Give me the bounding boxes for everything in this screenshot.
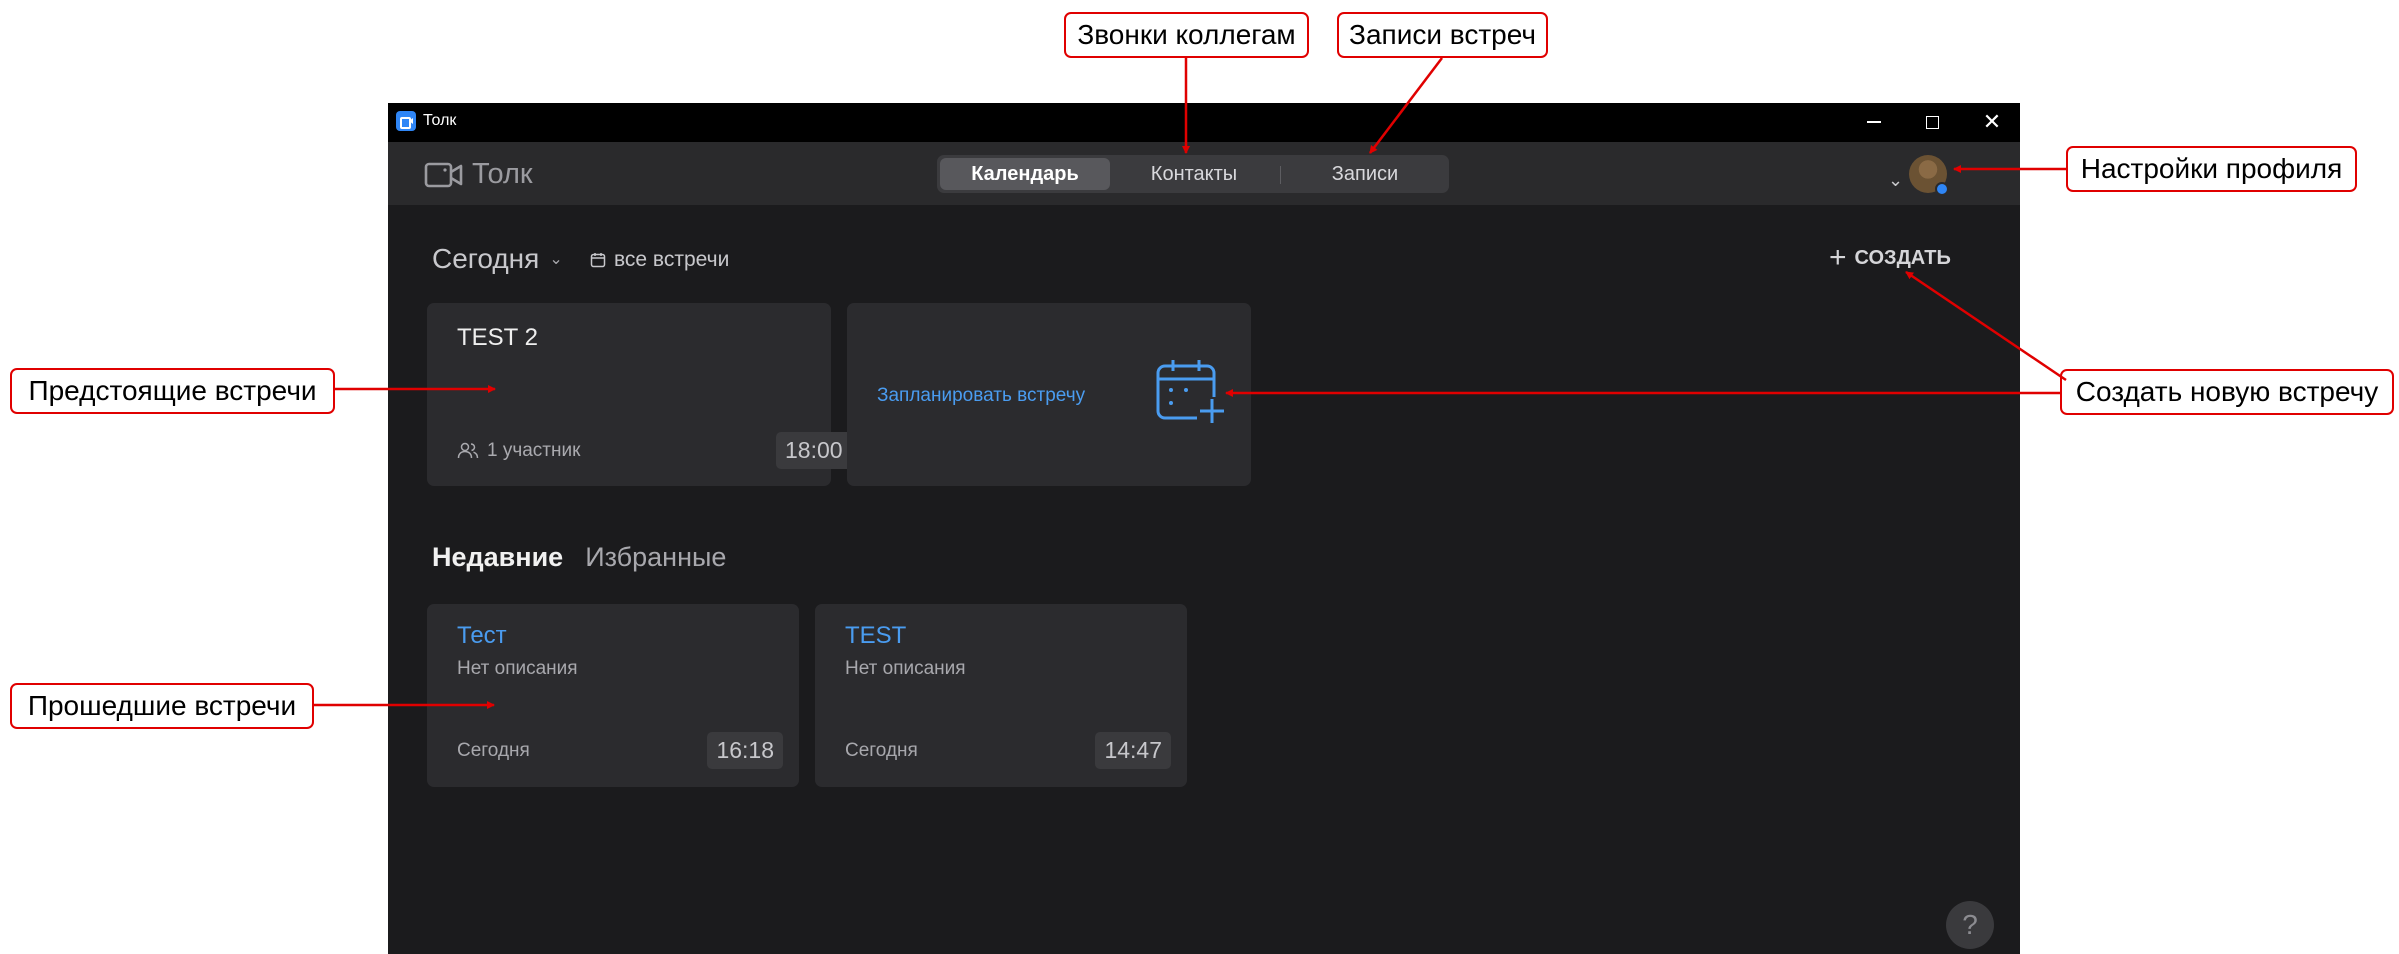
create-meeting-button[interactable]: + СОЗДАТЬ — [1829, 243, 1951, 273]
help-button[interactable]: ? — [1946, 901, 1994, 949]
all-meetings-label: все встречи — [614, 248, 730, 271]
main-navigation: Календарь Контакты Записи — [937, 155, 1449, 193]
past-meeting-name: TEST — [845, 622, 907, 649]
annotation-calls: Звонки коллегам — [1064, 12, 1309, 58]
date-filter[interactable]: Сегодня ⌄ — [432, 243, 563, 275]
minimize-icon — [1867, 121, 1881, 123]
past-meeting-day: Сегодня — [457, 740, 530, 761]
chevron-down-icon: ⌄ — [549, 251, 563, 268]
participants-count: 1 участник — [457, 440, 580, 462]
tab-contacts[interactable]: Контакты — [1112, 158, 1276, 190]
past-meeting-card[interactable]: Тест Нет описания Сегодня 16:18 — [427, 604, 799, 787]
profile-avatar[interactable] — [1909, 155, 1949, 196]
profile-menu-chevron-icon[interactable]: ⌄ — [1888, 170, 1903, 191]
calendar-add-icon — [1156, 360, 1227, 425]
past-meeting-card[interactable]: TEST Нет описания Сегодня 14:47 — [815, 604, 1187, 787]
history-tabs: Недавние Избранные — [432, 542, 726, 573]
close-button[interactable]: ✕ — [1972, 107, 2012, 137]
tab-calendar[interactable]: Календарь — [940, 158, 1110, 190]
calendar-icon — [590, 253, 606, 268]
past-meeting-day: Сегодня — [845, 740, 918, 761]
maximize-button[interactable] — [1912, 107, 1952, 137]
upcoming-meeting-card[interactable]: TEST 2 1 участник 18:00 — [427, 303, 852, 486]
app-header: Толк Календарь Контакты Записи — [388, 142, 2020, 205]
schedule-meeting-card[interactable]: Запланировать встречу — [847, 303, 1251, 486]
past-meeting-name: Тест — [457, 622, 507, 649]
brand-name: Толк — [472, 158, 533, 190]
annotation-upcoming: Предстоящие встречи — [10, 368, 335, 414]
tab-recordings[interactable]: Записи — [1284, 158, 1446, 190]
title-bar: Толк ✕ — [388, 103, 2020, 142]
maximize-icon — [1925, 115, 1939, 129]
schedule-meeting-label: Запланировать встречу — [877, 385, 1086, 406]
create-label: СОЗДАТЬ — [1854, 246, 1951, 269]
past-meeting-description: Нет описания — [457, 658, 578, 679]
video-camera-icon — [424, 162, 463, 187]
brand[interactable]: Толк — [424, 158, 533, 191]
app-window: Толк ✕ Толк Календарь Контакты Записи ⌄ … — [388, 103, 2020, 954]
annotation-past: Прошедшие встречи — [10, 683, 314, 729]
minimize-button[interactable] — [1854, 107, 1894, 137]
people-icon — [457, 442, 479, 459]
tab-favorites[interactable]: Избранные — [585, 542, 726, 573]
annotation-create: Создать новую встречу — [2060, 369, 2394, 415]
window-title: Толк — [423, 112, 457, 129]
annotation-profile: Настройки профиля — [2066, 146, 2357, 192]
past-meeting-time: 16:18 — [707, 732, 783, 769]
plus-icon: + — [1829, 241, 1847, 274]
all-meetings-link[interactable]: все встречи — [590, 248, 729, 272]
meeting-time-badge: 18:00 — [776, 432, 852, 469]
date-filter-label: Сегодня — [432, 243, 540, 274]
nav-divider — [1280, 166, 1281, 184]
app-logo-icon — [396, 111, 416, 131]
meeting-title: TEST 2 — [457, 324, 538, 351]
annotation-recordings: Записи встреч — [1337, 12, 1548, 58]
participants-label: 1 участник — [487, 440, 581, 461]
past-meeting-description: Нет описания — [845, 658, 966, 679]
past-meeting-time: 14:47 — [1095, 732, 1171, 769]
tab-recent[interactable]: Недавние — [432, 542, 563, 573]
